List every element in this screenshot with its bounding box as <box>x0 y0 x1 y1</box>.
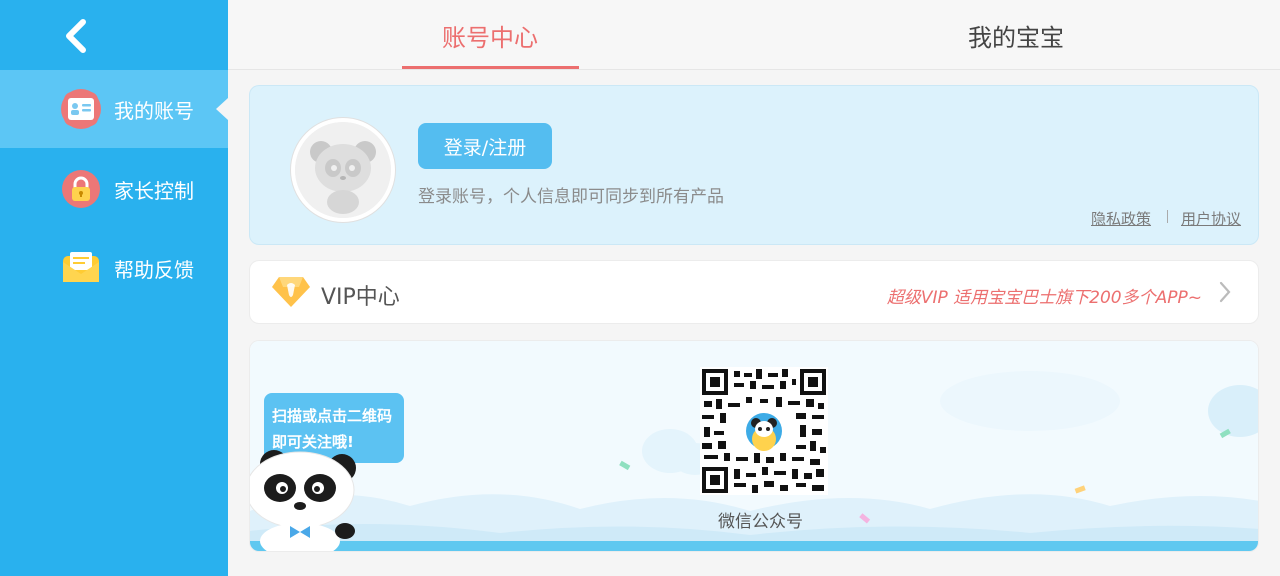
login-register-button[interactable]: 登录/注册 <box>418 123 552 169</box>
top-tabs: 账号中心 我的宝宝 <box>228 0 1280 70</box>
account-card: 登录/注册 登录账号，个人信息即可同步到所有产品 隐私政策 用户协议 <box>249 85 1259 245</box>
panda-mascot-icon <box>250 450 356 551</box>
sidebar: 我的账号 家长控制 帮助反馈 <box>0 0 228 576</box>
bubble-line-1: 扫描或点击二维码 <box>272 407 393 425</box>
back-arrow-icon <box>66 19 86 53</box>
active-pointer <box>216 98 228 120</box>
qr-code-image <box>700 367 828 495</box>
sidebar-item-my-account[interactable]: 我的账号 <box>0 70 228 148</box>
sidebar-item-label: 我的账号 <box>114 98 194 123</box>
profile-card-icon <box>61 89 101 129</box>
sidebar-item-parental-control[interactable]: 家长控制 <box>0 150 228 228</box>
qr-caption: 微信公众号 <box>718 512 803 532</box>
user-agreement-link[interactable]: 用户协议 <box>1181 208 1241 229</box>
link-divider <box>1167 210 1168 223</box>
vip-title: VIP中心 <box>321 285 400 310</box>
envelope-icon <box>61 248 101 288</box>
wechat-qr-card: 微信公众号 扫描或点击二维码 即可关注哦! <box>249 340 1259 552</box>
active-tab-indicator <box>402 66 579 69</box>
sidebar-item-label: 帮助反馈 <box>114 257 194 282</box>
lock-icon <box>61 169 101 209</box>
privacy-policy-link[interactable]: 隐私政策 <box>1091 208 1151 229</box>
vip-diamond-icon <box>272 277 310 307</box>
vip-promo-text: 超级VIP 适用宝宝巴士旗下200多个APP~ <box>886 288 1202 308</box>
sidebar-item-label: 家长控制 <box>114 178 194 203</box>
sidebar-item-help-feedback[interactable]: 帮助反馈 <box>0 229 228 307</box>
qr-code[interactable] <box>700 367 828 495</box>
chevron-right-icon <box>1219 281 1231 303</box>
avatar[interactable] <box>291 118 395 222</box>
panda-avatar-icon <box>295 122 391 218</box>
sync-hint-text: 登录账号，个人信息即可同步到所有产品 <box>418 187 724 207</box>
vip-center-row[interactable]: VIP中心 超级VIP 适用宝宝巴士旗下200多个APP~ <box>249 260 1259 324</box>
tab-account-center[interactable]: 账号中心 <box>442 18 538 53</box>
back-button[interactable] <box>56 12 96 60</box>
tab-my-baby[interactable]: 我的宝宝 <box>968 18 1064 53</box>
